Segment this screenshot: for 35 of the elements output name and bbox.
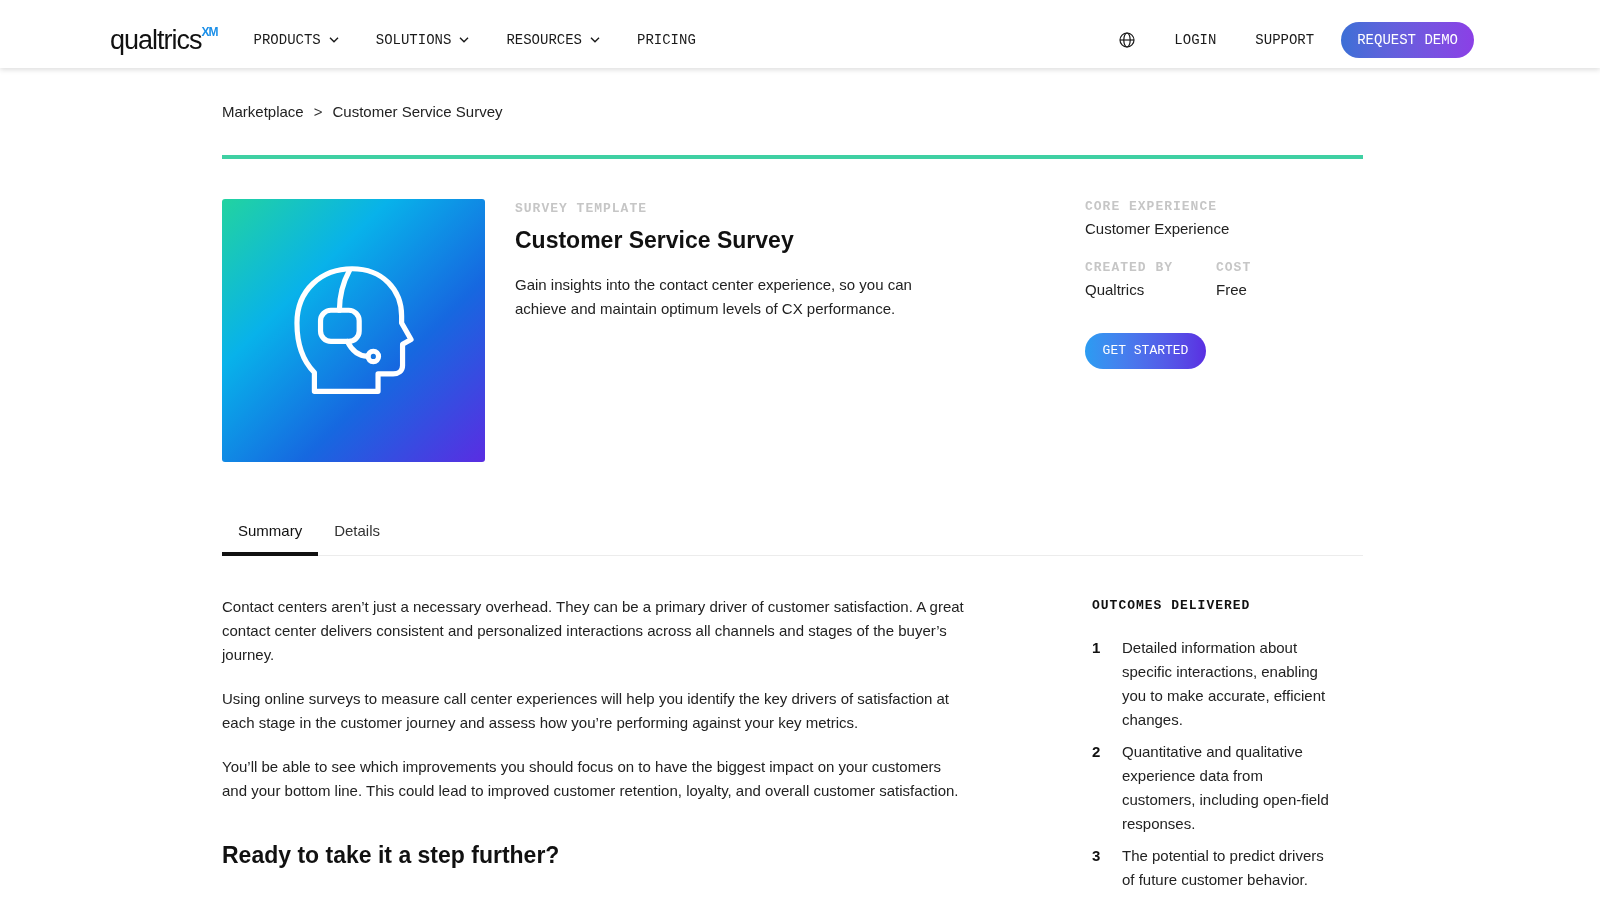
meta-value: Customer Experience [1085,219,1231,239]
meta-value: Free [1216,280,1248,300]
get-started-button[interactable]: GET STARTED [1085,333,1206,369]
meta-value: Qualtrics [1085,280,1146,300]
template-title: Customer Service Survey [515,226,795,255]
template-type-label: SURVEY TEMPLATE [515,201,649,217]
outcome-text: The potential to predict drivers of future customer behavior. [1122,846,1325,890]
headset-head-icon [291,264,416,397]
request-demo-button[interactable]: REQUEST DEMO [1341,22,1474,58]
breadcrumb-link[interactable]: Marketplace [222,102,304,122]
outcome-text: Detailed information about specific interactions, enabling you to make accurate, efficient changes. [1122,638,1327,730]
nav-menu-item[interactable]: PRODUCTS [253,30,339,50]
tab[interactable]: Details [318,509,397,556]
summary-paragraph: Contact centers aren’t just a necessary overhead. They can be a primary driver of customer satisfaction. A great contact center delivers consistent and personalized interactions across all channels and stages of the buyer’s journey. [222,597,965,665]
breadcrumb-current: Customer Service Survey [332,102,503,122]
section-heading: Ready to take it a step further? [222,841,561,870]
outcome-number: 3 [1092,846,1102,866]
globe-icon[interactable] [1119,32,1136,48]
nav-link[interactable]: SUPPORT [1255,30,1315,50]
outcome-text: Quantitative and qualitative experience data from customers, including open-field responses. [1122,742,1330,834]
summary-paragraph: Using online surveys to measure call center experiences will help you identify the key drivers of satisfaction at each stage in the customer journey and assess how you’re performing against your key metrics. [222,689,951,733]
breadcrumb-separator: > [313,102,323,122]
meta-label: CORE EXPERIENCE [1085,199,1219,215]
outcome-number: 1 [1092,638,1102,658]
template-description: Gain insights into the contact center experience, so you can achieve and maintain optimum levels of CX performance. [515,275,913,319]
outcome-number: 2 [1092,742,1102,762]
meta-label: CREATED BY [1085,260,1174,276]
nav-menu-item[interactable]: RESOURCES [506,30,600,50]
nav-menu-item[interactable]: PRICING [637,30,696,50]
summary-paragraph: You’ll be able to see which improvements you should focus on to have the biggest impact on your customers and your bottom line. This could lead to improved customer retention, loyalty, and overall customer satisfaction. [222,757,960,801]
meta-label: COST [1216,260,1253,276]
nav-menu-item[interactable]: SOLUTIONS [375,30,470,50]
tab[interactable]: Summary [222,509,319,556]
nav-link[interactable]: LOGIN [1174,30,1217,50]
outcomes-heading: OUTCOMES DELIVERED [1092,598,1252,614]
